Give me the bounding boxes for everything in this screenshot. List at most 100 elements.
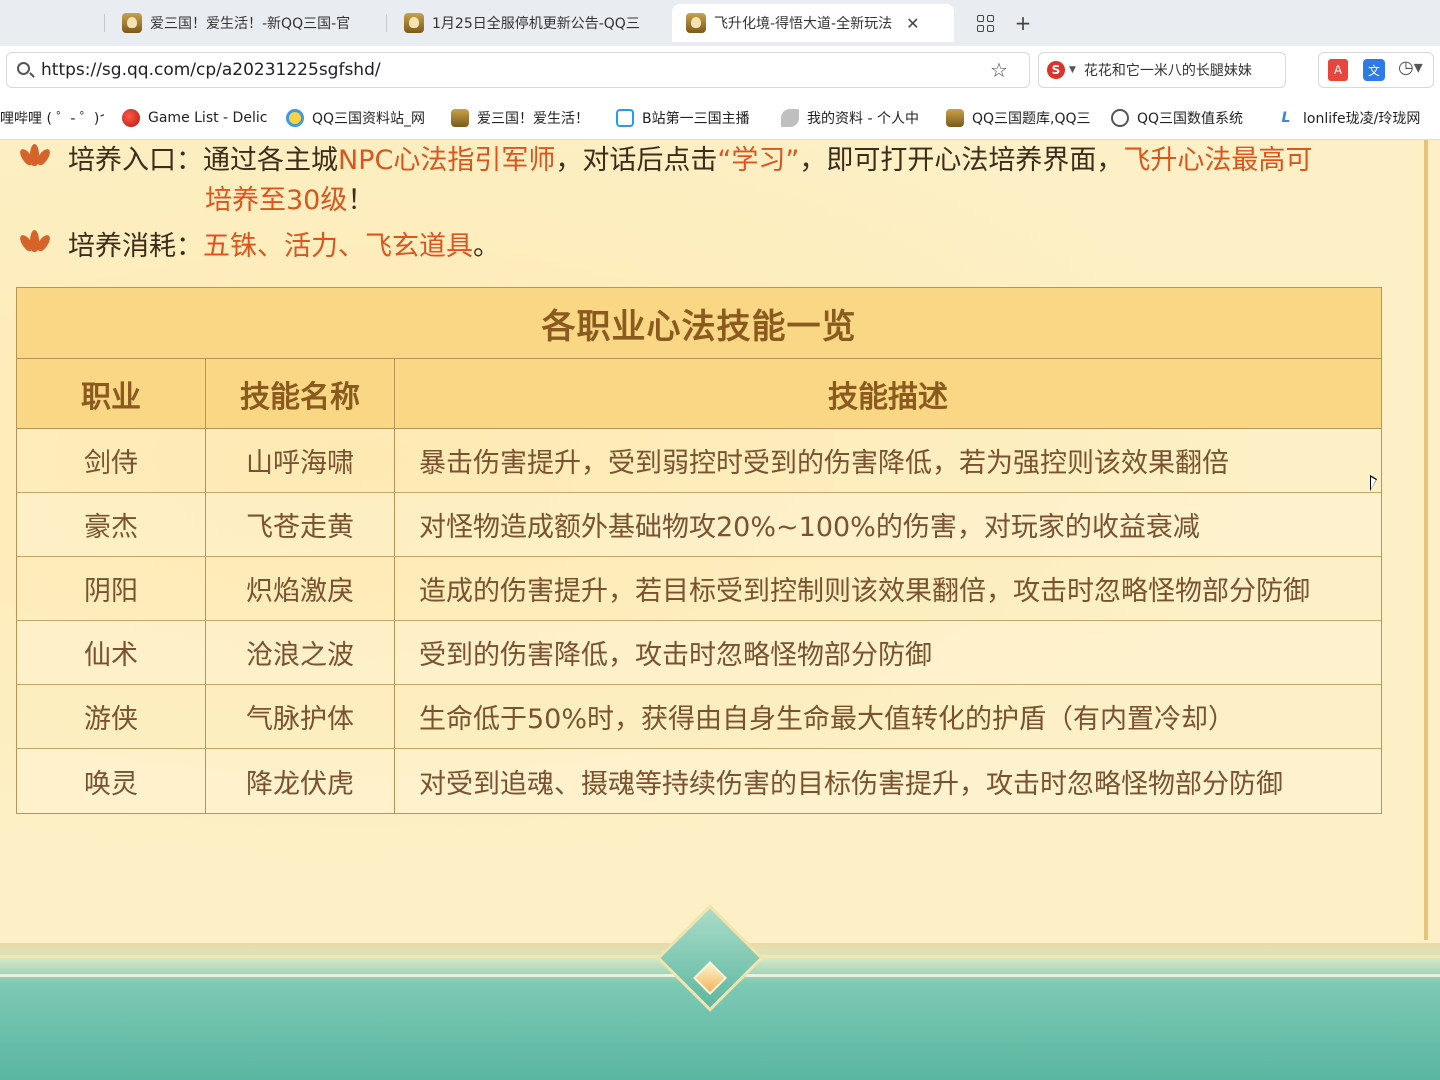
table-row: 仙术 沧浪之波 受到的伤害降低，攻击时忽略怪物部分防御: [17, 621, 1381, 685]
game-favicon-icon: [404, 13, 424, 33]
tab-separator: [104, 14, 105, 32]
tab-bar: 爱三国！爱生活！-新QQ三国-官 1月25日全服停机更新公告-QQ三 飞升化境-…: [0, 0, 1440, 46]
table-row: 剑侍 山呼海啸 暴击伤害提升，受到弱控时受到的伤害降低，若为强控则该效果翻倍: [17, 429, 1381, 493]
class-cell: 阴阳: [17, 557, 206, 620]
text: 培养入口：通过各主城: [68, 145, 338, 176]
bookmark-qq-sanguo-quiz[interactable]: QQ三国题库,QQ三: [946, 106, 1094, 130]
class-cell: 唤灵: [17, 749, 206, 813]
highlight-text: 培养至30级: [205, 185, 348, 216]
skill-desc-cell: 对怪物造成额外基础物攻20%~100%的伤害，对玩家的收益衰减: [419, 512, 1200, 543]
translate-extension-icon[interactable]: 文: [1363, 59, 1385, 81]
skill-name-cell: 气脉护体: [206, 685, 395, 748]
table-row: 游侠 气脉护体 生命低于50%时，获得由自身生命最大值转化的护盾（有内置冷却）: [17, 685, 1381, 749]
skill-name-cell: 降龙伏虎: [206, 749, 395, 813]
bookmark-game-list[interactable]: Game List - Delicious: [122, 106, 268, 130]
tab-3-active[interactable]: 飞升化境-得悟大道-全新玩法 ✕: [672, 4, 954, 42]
table-row: 唤灵 降龙伏虎 对受到追魂、摄魂等持续伤害的目标伤害提升，攻击时忽略怪物部分防御: [17, 749, 1381, 813]
bookmark-label: 哩哔哩 ( ゜- ゜)つ: [0, 111, 104, 127]
game-icon: [946, 109, 964, 127]
skill-desc-cell: 受到的伤害降低，攻击时忽略怪物部分防御: [419, 640, 932, 671]
skill-desc-cell: 暴击伤害提升，受到弱控时受到的伤害降低，若为强控则该效果翻倍: [419, 448, 1229, 479]
skill-desc-cell: 造成的伤害提升，若目标受到控制则该效果翻倍，攻击时忽略怪物部分防御: [419, 576, 1310, 607]
table-title: 各职业心法技能一览: [17, 288, 1381, 359]
pdf-extension-icon[interactable]: A: [1328, 59, 1348, 81]
bookmark-label: 我的资料 - 个人中: [807, 111, 919, 127]
bookmark-lonlife[interactable]: L lonlife珑凌/玲珑网: [1277, 106, 1427, 130]
skill-name-cell: 炽焰激戾: [206, 557, 395, 620]
text: ，即可打开心法培养界面，: [799, 145, 1124, 176]
url-text: https://sg.qq.com/cp/a20231225sgfshd/: [41, 60, 381, 80]
text: 。: [473, 231, 500, 262]
address-row: https://sg.qq.com/cp/a20231225sgfshd/ ☆ …: [0, 46, 1440, 96]
bookmark-my-profile[interactable]: 我的资料 - 个人中: [781, 106, 929, 130]
grid-icon: [976, 14, 994, 32]
mouse-cursor-icon: [1370, 475, 1377, 491]
bookmark-label: QQ三国数值系统: [1137, 111, 1244, 127]
paragraph-text: 培养入口：通过各主城NPC心法指引军师，对话后点击“学习”，即可打开心法培养界面…: [68, 140, 1312, 177]
bookmark-qq-sanguo-stats[interactable]: QQ三国数值系统: [1111, 106, 1259, 130]
table-header-row: 职业 技能名称 技能描述: [17, 359, 1381, 429]
bookmark-ai-sanguo[interactable]: 爱三国！爱生活！: [451, 106, 591, 130]
highlight-text: “学习”: [717, 145, 800, 176]
cultivation-entry-line2: 培养至30级！: [205, 178, 374, 217]
header-skill-name: 技能名称: [206, 359, 395, 428]
bookmark-star-icon[interactable]: ☆: [990, 58, 1008, 82]
header-class: 职业: [17, 359, 206, 428]
chevron-down-icon[interactable]: ▼: [1069, 65, 1076, 75]
bookmark-bilibili[interactable]: 哩哔哩 ( ゜- ゜)つ: [0, 106, 104, 130]
globe-icon: [1111, 109, 1129, 127]
close-tab-icon[interactable]: ✕: [906, 14, 919, 33]
tv-icon: [616, 109, 634, 127]
bookmark-label: QQ三国资料站_网: [312, 111, 426, 127]
text: ！: [347, 185, 375, 216]
bookmark-label: QQ三国题库,QQ三: [972, 111, 1091, 127]
new-tab-button[interactable]: +: [1008, 8, 1038, 38]
apple-icon: [122, 109, 140, 127]
skills-table: 各职业心法技能一览 职业 技能名称 技能描述 剑侍 山呼海啸 暴击伤害提升，受到…: [16, 287, 1382, 814]
table-row: 阴阳 炽焰激戾 造成的伤害提升，若目标受到控制则该效果翻倍，攻击时忽略怪物部分防…: [17, 557, 1381, 621]
header-skill-desc: 技能描述: [828, 379, 948, 415]
bookmark-label: lonlife珑凌/玲珑网: [1303, 111, 1421, 127]
bookmark-bilibili-streamer[interactable]: B站第一三国主播: [616, 106, 760, 130]
table-row: 豪杰 飞苍走黄 对怪物造成额外基础物攻20%~100%的伤害，对玩家的收益衰减: [17, 493, 1381, 557]
search-icon: [17, 62, 30, 75]
tab-separator: [386, 14, 387, 32]
game-favicon-icon: [686, 13, 706, 33]
skill-name-cell: 山呼海啸: [206, 429, 395, 492]
bookmark-qq-sanguo-data[interactable]: QQ三国资料站_网: [286, 106, 434, 130]
search-suggestion-text: 花花和它一米八的长腿妹妹: [1083, 63, 1252, 79]
history-icon[interactable]: ◷▾: [1398, 57, 1423, 78]
paragraph-text: 培养消耗：五铢、活力、飞玄道具。: [68, 224, 500, 263]
sogou-icon[interactable]: S: [1047, 61, 1065, 79]
cultivation-entry-paragraph: 培养入口：通过各主城NPC心法指引军师，对话后点击“学习”，即可打开心法培养界面…: [17, 140, 1312, 177]
class-cell: 剑侍: [17, 429, 206, 492]
page-content[interactable]: 培养入口：通过各主城NPC心法指引军师，对话后点击“学习”，即可打开心法培养界面…: [0, 140, 1440, 1080]
tab-overview-button[interactable]: [970, 8, 1000, 38]
tab-title: 飞升化境-得悟大道-全新玩法: [714, 16, 893, 32]
address-bar[interactable]: https://sg.qq.com/cp/a20231225sgfshd/: [6, 52, 1030, 88]
tab-1[interactable]: 爱三国！爱生活！-新QQ三国-官: [108, 4, 380, 42]
skill-desc-cell: 生命低于50%时，获得由自身生命最大值转化的护盾（有内置冷却）: [419, 704, 1236, 735]
skill-name-cell: 飞苍走黄: [206, 493, 395, 556]
text: 培养消耗：: [68, 231, 203, 262]
tab-2[interactable]: 1月25日全服停机更新公告-QQ三: [390, 4, 662, 42]
class-cell: 游侠: [17, 685, 206, 748]
lotus-icon: [17, 142, 53, 168]
search-box[interactable]: S ▼ 花花和它一米八的长腿妹妹: [1038, 52, 1286, 88]
lonlife-icon: L: [1281, 110, 1291, 126]
game-favicon-icon: [122, 13, 142, 33]
class-cell: 豪杰: [17, 493, 206, 556]
skill-name-cell: 沧浪之波: [206, 621, 395, 684]
cultivation-cost-paragraph: 培养消耗：五铢、活力、飞玄道具。: [17, 224, 500, 263]
skill-desc-cell: 对受到追魂、摄魂等持续伤害的目标伤害提升，攻击时忽略怪物部分防御: [419, 768, 1283, 800]
lotus-icon: [17, 228, 53, 254]
frame-border: [1424, 140, 1428, 940]
highlight-text: 五铢、活力、飞玄道具: [203, 231, 473, 262]
bookmark-label: B站第一三国主播: [642, 111, 750, 127]
class-cell: 仙术: [17, 621, 206, 684]
game-icon: [451, 109, 469, 127]
highlight-text: NPC心法指引军师: [338, 145, 556, 176]
text: ，对话后点击: [555, 145, 718, 176]
tab-title: 爱三国！爱生活！-新QQ三国-官: [150, 16, 351, 32]
highlight-text: 飞升心法最高可: [1123, 145, 1313, 176]
